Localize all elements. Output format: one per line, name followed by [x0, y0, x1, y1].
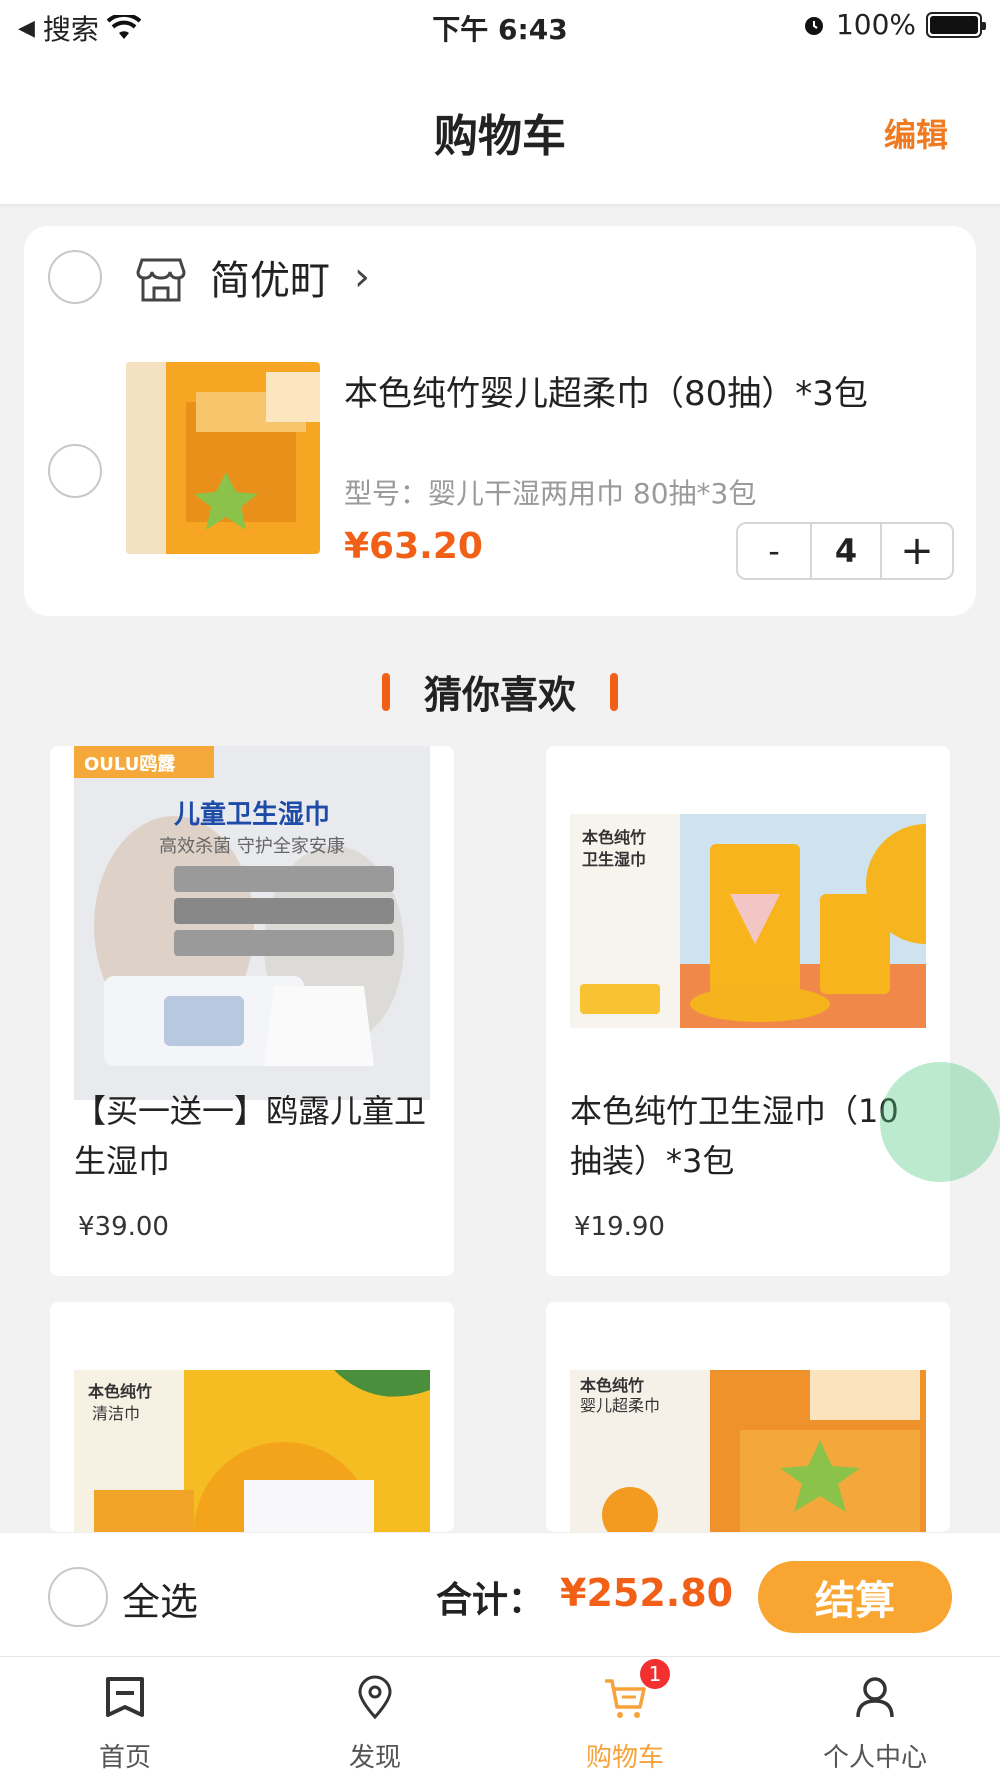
image-headline: 本色纯竹: [88, 1382, 153, 1401]
product-price: ¥39.00: [78, 1212, 169, 1242]
image-subline: 婴儿超柔巾: [580, 1396, 661, 1415]
tab-label: 购物车: [585, 1743, 664, 1773]
product-card[interactable]: OULU鸥露 儿童卫生湿巾 高效杀菌 守护全家安康 【买一送一】鸥露儿童卫生湿巾…: [50, 746, 454, 1276]
image-subline: 清洁巾: [92, 1404, 141, 1423]
item-spec[interactable]: 型号：婴儿干湿两用巾 80抽*3包: [344, 472, 756, 512]
shop-name[interactable]: 简优町: [210, 248, 330, 306]
select-all-label[interactable]: 全选: [122, 1571, 198, 1626]
product-image: 本色纯竹 卫生湿巾: [570, 814, 926, 1028]
select-all-radio[interactable]: [48, 1567, 108, 1627]
quantity-stepper: - 4 +: [736, 522, 954, 580]
tab-home[interactable]: 首页: [0, 1657, 250, 1778]
image-headline: 儿童卫生湿巾: [173, 800, 330, 830]
item-thumbnail[interactable]: [126, 362, 320, 554]
product-image: 本色纯竹 清洁巾: [74, 1370, 430, 1532]
alarm-icon: [804, 16, 823, 35]
shop-row: 简优町 ›: [24, 226, 976, 326]
product-price: ¥19.90: [574, 1212, 665, 1242]
page-title: 购物车: [434, 111, 566, 162]
cart-shop-card: 简优町 › 本色纯竹婴儿超柔巾（80抽）*3包 型号：婴儿干湿两用巾 80抽*3…: [24, 226, 976, 616]
nav-header: 购物车 编辑: [0, 50, 1000, 204]
increase-button[interactable]: +: [882, 524, 952, 578]
tab-discover[interactable]: 发现: [250, 1657, 500, 1778]
image-subline: 卫生湿巾: [582, 850, 647, 869]
touch-indicator: [880, 1062, 1000, 1182]
heading-bar-left: [381, 672, 390, 711]
product-title: 本色纯竹卫生湿巾（10抽装）*3包: [570, 1092, 899, 1180]
decrease-button[interactable]: -: [738, 524, 812, 578]
home-icon: [106, 1677, 144, 1717]
image-brand: OULU鸥露: [84, 754, 176, 775]
checkout-bar: 全选 合计： ¥252.80 结算: [0, 1532, 1000, 1656]
chevron-right-icon[interactable]: ›: [354, 254, 370, 300]
product-image: 本色纯竹 婴儿超柔巾: [570, 1370, 926, 1532]
tab-label: 发现: [348, 1743, 401, 1773]
product-card[interactable]: 本色纯竹 婴儿超柔巾: [546, 1302, 950, 1532]
quantity-value[interactable]: 4: [812, 524, 882, 578]
user-icon: [856, 1677, 894, 1718]
product-card[interactable]: 本色纯竹 清洁巾: [50, 1302, 454, 1532]
product-image: OULU鸥露 儿童卫生湿巾 高效杀菌 守护全家安康: [74, 746, 430, 1100]
cart-icon: [605, 1679, 646, 1718]
item-title[interactable]: 本色纯竹婴儿超柔巾（80抽）*3包: [344, 366, 868, 415]
status-bar: ◀ 搜索 下午 6:43 100%: [0, 0, 1000, 50]
recommend-title: 猜你喜欢: [423, 673, 576, 717]
tab-bar: 首页 发现 1 购物车 个人中心: [0, 1656, 1000, 1778]
item-price: ¥63.20: [344, 526, 483, 567]
total-value: ¥252.80: [560, 1571, 734, 1615]
edit-button[interactable]: 编辑: [884, 110, 948, 156]
heading-bar-right: [610, 672, 618, 711]
image-subline: 高效杀菌 守护全家安康: [159, 836, 345, 857]
battery-percent: 100%: [835, 8, 916, 41]
recommend-heading: 猜你喜欢: [0, 664, 1000, 719]
tab-label: 首页: [98, 1743, 151, 1773]
checkout-button[interactable]: 结算: [758, 1561, 952, 1633]
cart-badge: 1: [640, 1659, 670, 1689]
product-card[interactable]: 本色纯竹 卫生湿巾 本色纯竹卫生湿巾（10抽装）*3包 ¥19.90: [546, 746, 950, 1276]
location-icon: [358, 1675, 392, 1720]
tab-cart[interactable]: 1 购物车: [500, 1657, 750, 1778]
image-headline: 本色纯竹: [582, 828, 647, 847]
item-select-radio[interactable]: [48, 444, 102, 498]
total-label: 合计：: [436, 1580, 545, 1621]
product-title: 【买一送一】鸥露儿童卫生湿巾: [74, 1092, 427, 1180]
store-icon: [136, 258, 186, 302]
battery-icon: [926, 11, 986, 38]
shop-select-radio[interactable]: [48, 250, 102, 304]
tab-label: 个人中心: [822, 1743, 927, 1773]
status-right: 100%: [802, 8, 986, 41]
tab-profile[interactable]: 个人中心: [750, 1657, 1000, 1778]
